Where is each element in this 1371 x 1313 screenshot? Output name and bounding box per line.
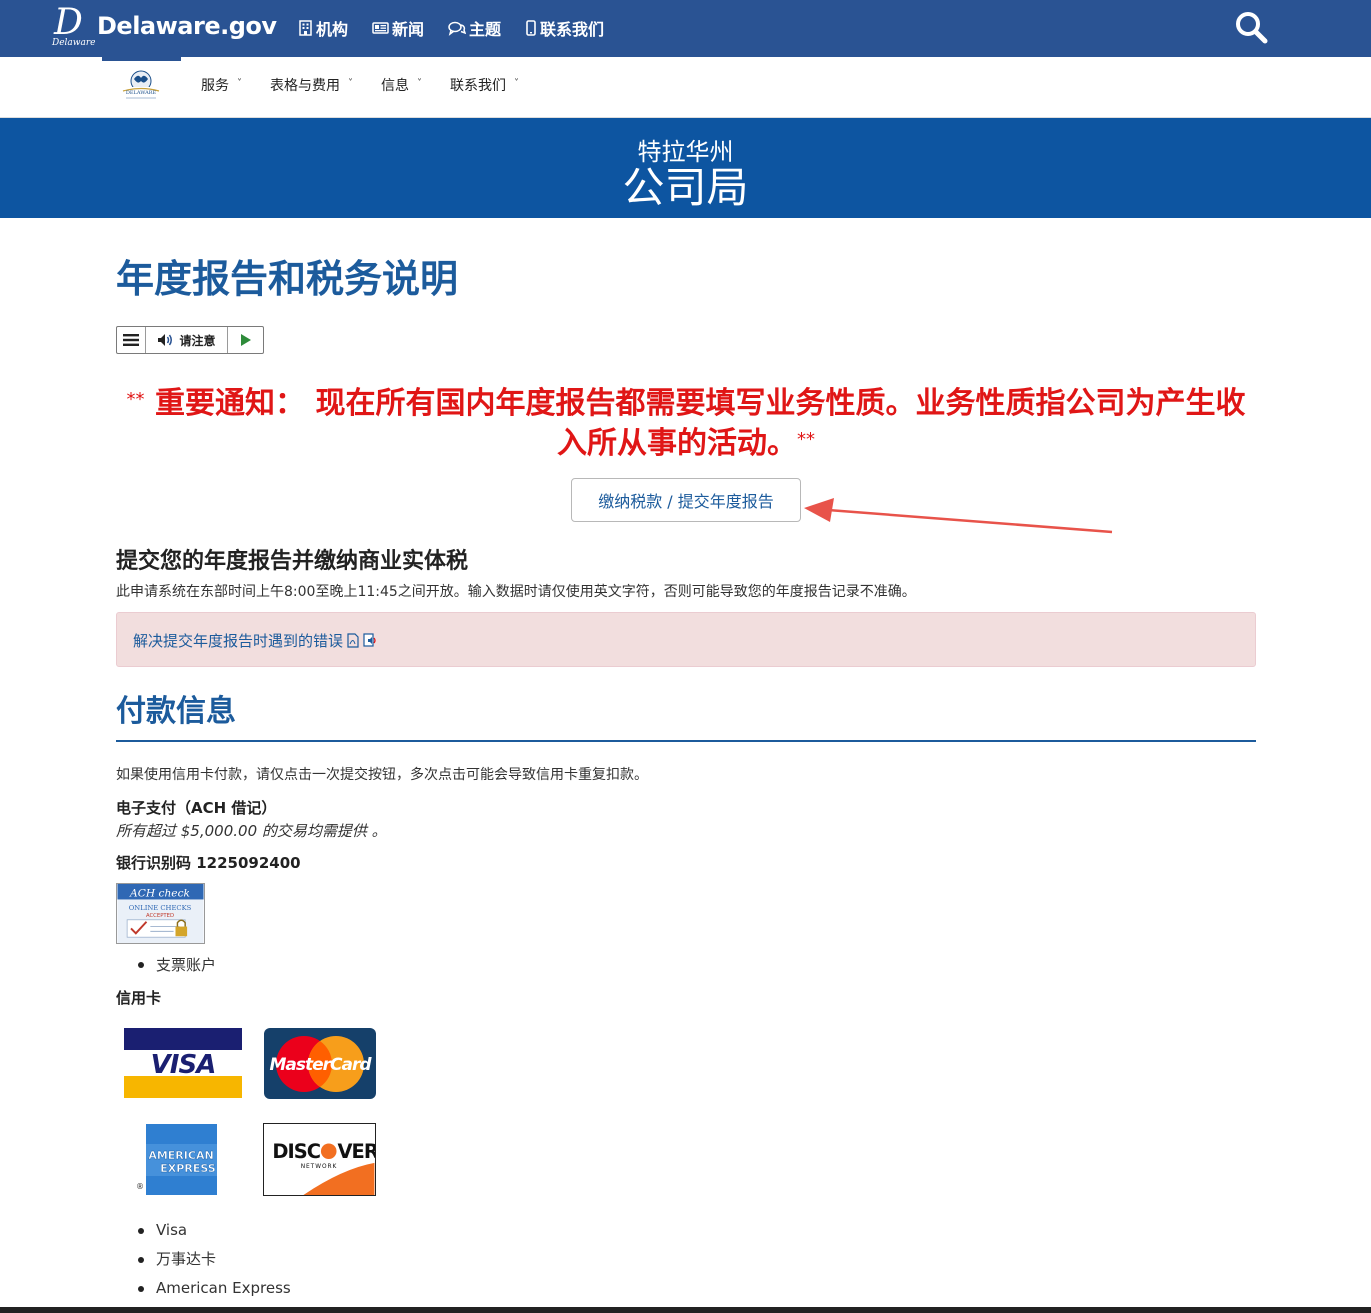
delaware-logo[interactable]: D Delaware [52,2,96,50]
american-express-logo: AMERICAN EXPRESS [146,1124,217,1195]
list-item: 支票账户 [136,954,216,975]
svg-text:ONLINE CHECKS: ONLINE CHECKS [129,904,192,912]
svg-text:MasterCard: MasterCard [269,1055,372,1075]
division-nav-services[interactable]: 服务 ˅ [201,75,242,95]
division-nav-contact-label: 联系我们 [450,78,506,94]
listen-document-icon[interactable] [363,632,379,649]
credit-card-title: 信用卡 [116,989,162,1007]
notice-stars-end: ** [797,429,815,450]
readspeaker-listen-label: 请注意 [179,333,216,348]
division-nav-contact[interactable]: 联系我们 ˅ [450,75,519,95]
division-nav-forms-fees-label: 表格与费用 [270,78,340,94]
list-item: Visa [136,1216,291,1245]
chevron-down-icon: ˅ [417,77,422,89]
visa-logo: VISA [124,1028,242,1098]
system-hours-text: 此申请系统在东部时间上午8:00至晚上11:45之间开放。输入数据时请仅使用英文… [116,584,916,600]
hamburger-menu-icon [123,334,139,346]
logo-subtitle: Delaware [52,38,96,48]
notice-text: 重要通知： 现在所有国内年度报告都需要填写业务性质。业务性质指公司为产生收入所从… [155,386,1246,461]
error-help-link[interactable]: 解决提交年度报告时遇到的错误 [133,630,379,651]
page-title: 年度报告和税务说明 [116,257,459,301]
division-banner: 特拉华州 公司局 [0,118,1371,218]
credit-card-list: Visa 万事达卡 American Express 发现 [136,1216,291,1313]
top-nav-agencies[interactable]: 机构 [298,16,348,40]
svg-text:DISC: DISC [272,1140,320,1163]
readspeaker-play-button[interactable] [228,327,263,353]
active-indicator [102,57,181,61]
chevron-down-icon: ˅ [237,77,242,89]
top-nav-contact[interactable]: 联系我们 [525,16,604,40]
svg-text:VISA: VISA [151,1050,216,1080]
pdf-file-icon [347,633,359,648]
division-nav-items: 服务 ˅ 表格与费用 ˅ 信息 ˅ 联系我们 ˅ [201,75,519,95]
credit-card-warning-text: 如果使用信用卡付款，请仅点击一次提交按钮，多次点击可能会导致信用卡重复扣款。 [116,767,648,783]
svg-text:EXPRESS: EXPRESS [160,1162,215,1175]
heading-divider [116,740,1256,742]
ach-account-list: 支票账户 [136,954,216,975]
ach-debit-title: 电子支付（ACH 借记） [116,799,277,817]
division-nav-forms-fees[interactable]: 表格与费用 ˅ [270,75,353,95]
readspeaker-menu-button[interactable] [117,327,146,353]
newspaper-icon [372,22,389,34]
error-help-alert: 解决提交年度报告时遇到的错误 [116,612,1256,667]
window-bottom-edge [0,1307,1371,1313]
registered-mark: ® [136,1182,144,1191]
submit-report-heading: 提交您的年度报告并缴纳商业实体税 [116,549,469,574]
svg-text:DELAWARE: DELAWARE [126,90,157,96]
speaker-icon [158,334,173,346]
list-item: 万事达卡 [136,1245,291,1274]
chevron-down-icon: ˅ [348,77,353,89]
division-nav: DELAWARE 服务 ˅ 表格与费用 ˅ 信息 ˅ 联系我们 ˅ [0,57,1371,118]
top-nav-news[interactable]: 新闻 [372,16,424,40]
svg-text:ACH check: ACH check [129,887,190,900]
svg-text:NETWORK: NETWORK [301,1164,338,1170]
chevron-down-icon: ˅ [514,77,519,89]
top-nav-agencies-label: 机构 [316,20,349,39]
division-nav-information-label: 信息 [381,78,409,94]
bank-routing-number: 银行识别码 1225092400 [116,854,301,872]
division-nav-information[interactable]: 信息 ˅ [381,75,422,95]
pay-taxes-file-report-button[interactable]: 缴纳税款 / 提交年度报告 [571,478,801,522]
top-nav-topics[interactable]: 主题 [448,16,501,40]
error-help-link-label: 解决提交年度报告时遇到的错误 [133,632,344,650]
svg-text:VER: VER [337,1140,376,1163]
phone-icon [526,20,536,36]
play-icon [240,334,251,346]
top-nav-contact-label: 联系我们 [540,20,605,39]
division-nav-services-label: 服务 [201,78,229,94]
division-seal-logo[interactable]: DELAWARE [118,69,164,101]
top-nav-topics-label: 主题 [469,20,502,39]
building-icon [299,20,312,36]
svg-text:AMERICAN: AMERICAN [148,1149,213,1162]
top-nav: 机构 新闻 主题 联系我们 [298,16,604,40]
notice-stars-start: ** [126,389,145,410]
svg-text:ACCEPTED: ACCEPTED [146,913,174,919]
banner-division: 公司局 [622,163,749,212]
search-icon[interactable] [1234,10,1268,44]
top-nav-news-label: 新闻 [392,20,425,39]
red-arrow-annotation [804,498,1113,534]
readspeaker-widget: 请注意 [116,326,264,354]
payment-info-heading: 付款信息 [116,694,236,729]
site-name-link[interactable]: Delaware.gov [97,12,277,40]
chat-icon [448,21,467,36]
readspeaker-listen-button[interactable]: 请注意 [146,327,228,353]
important-notice: ** 重要通知： 现在所有国内年度报告都需要填写业务性质。业务性质指公司为产生收… [116,386,1256,466]
ach-check-logo: ACH check ONLINE CHECKS ACCEPTED [116,883,205,944]
top-bar: D Delaware Delaware.gov 机构 新闻 主题 联系我们 [0,0,1371,57]
logo-letter: D [54,2,83,43]
list-item: American Express [136,1274,291,1303]
ach-debit-note: 所有超过 $5,000.00 的交易均需提供 。 [116,822,387,840]
discover-logo: DISC VER NETWORK [263,1123,376,1196]
mastercard-logo: MasterCard [264,1028,376,1099]
